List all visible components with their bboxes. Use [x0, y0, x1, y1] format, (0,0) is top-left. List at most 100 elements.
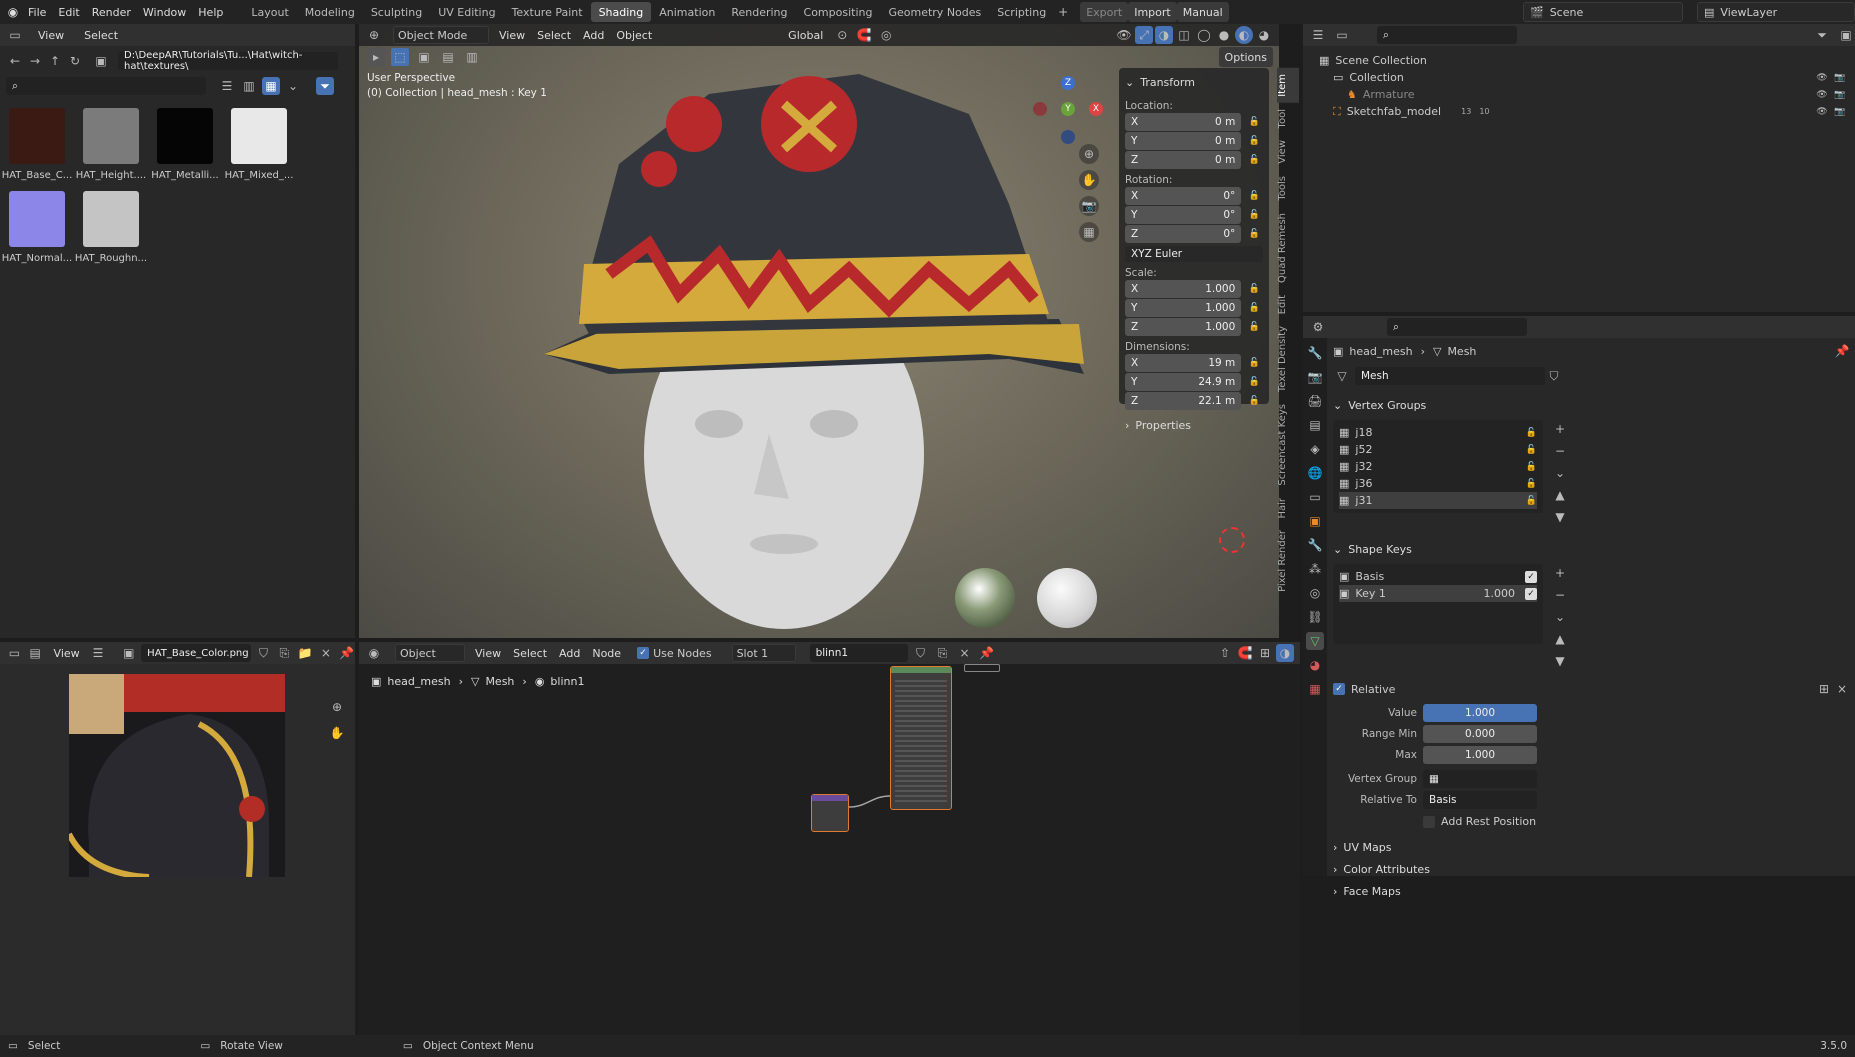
workspace-tab-scripting[interactable]: Scripting: [989, 2, 1054, 22]
node-editor-icon[interactable]: ◉: [365, 644, 383, 662]
file-item[interactable]: HAT_Roughn...: [74, 191, 148, 264]
image-mode-icon[interactable]: ▤: [27, 644, 44, 662]
sidebar-tab-pixel-render[interactable]: Pixel Render: [1277, 524, 1299, 598]
file-item[interactable]: HAT_Base_C...: [0, 108, 74, 181]
file-item[interactable]: HAT_Normal...: [0, 191, 74, 264]
rotation-y-field[interactable]: Y 0°: [1125, 206, 1242, 224]
shape-key-mute-checkbox[interactable]: ✓: [1525, 570, 1537, 583]
vertex-group-item[interactable]: ▦ j32 🔓: [1339, 458, 1537, 475]
fake-user-icon[interactable]: ⛉: [1545, 367, 1563, 385]
outliner-item[interactable]: ♞ Armature 👁 📷: [1303, 86, 1855, 103]
add-rest-checkbox[interactable]: [1423, 815, 1435, 828]
clear-icon[interactable]: ×: [1833, 680, 1851, 698]
image-view-menu[interactable]: View: [48, 643, 86, 663]
rendered-shading-icon[interactable]: ◕: [1255, 26, 1273, 44]
fb-view-menu[interactable]: View: [32, 25, 70, 45]
principled-bsdf-node[interactable]: [890, 666, 952, 810]
mesh-name-field[interactable]: Mesh: [1355, 367, 1545, 385]
scale-x-field[interactable]: X 1.000: [1125, 280, 1242, 298]
shape-key-item[interactable]: ▣ Key 1 1.000 ✓: [1339, 585, 1537, 602]
lock-icon[interactable]: 🔓: [1245, 187, 1263, 205]
add-vgroup-icon[interactable]: +: [1551, 420, 1569, 438]
list-horizontal-icon[interactable]: ▥: [240, 77, 258, 95]
visibility-icon[interactable]: 👁: [1813, 86, 1831, 104]
add-shapekey-icon[interactable]: +: [1551, 564, 1569, 582]
shader-node-editor[interactable]: ◉ Object View Select Add Node ✓ Use Nodes S…: [359, 642, 1300, 1035]
unlink-image-icon[interactable]: ×: [317, 644, 334, 662]
thumbnails-icon[interactable]: ▦: [262, 77, 280, 95]
sidebar-tab-hair[interactable]: Hair: [1277, 492, 1299, 525]
material-output-node[interactable]: [964, 664, 1000, 672]
properties-subpanel[interactable]: Properties: [1135, 419, 1191, 432]
modifier-tab-icon[interactable]: 🔧: [1306, 536, 1324, 554]
menu-window[interactable]: Window: [137, 2, 192, 22]
hamburger-menu-icon[interactable]: ☰: [90, 644, 107, 662]
zoom-icon[interactable]: ⊕: [1079, 144, 1099, 164]
overlay-icon[interactable]: ◑: [1155, 26, 1173, 44]
material-field[interactable]: blinn1: [809, 644, 908, 662]
lock-icon[interactable]: 🔓: [1245, 392, 1263, 410]
physics-tab-icon[interactable]: ◎: [1306, 584, 1324, 602]
constraints-tab-icon[interactable]: ⛓: [1306, 608, 1324, 626]
sk-move-up-icon[interactable]: ▲: [1551, 630, 1569, 648]
mesh-browse-icon[interactable]: ▽: [1333, 367, 1351, 385]
lock-icon[interactable]: 🔓: [1245, 225, 1263, 243]
navigation-gizmo[interactable]: Z X Y: [1033, 76, 1103, 146]
max-field[interactable]: 1.000: [1423, 746, 1537, 764]
rotation-x-field[interactable]: X 0°: [1125, 187, 1242, 205]
move-down-icon[interactable]: ▼: [1551, 508, 1569, 526]
3d-viewport[interactable]: ⊕ Object Mode View Select Add Object Global…: [359, 24, 1299, 638]
edit-mode-icon[interactable]: ⊞: [1815, 680, 1833, 698]
list-vertical-icon[interactable]: ☰: [218, 77, 236, 95]
shader-type-dropdown[interactable]: Object: [395, 644, 465, 662]
outliner-editor-icon[interactable]: ☰: [1309, 26, 1327, 44]
image-editor-icon[interactable]: ▭: [6, 644, 23, 662]
slot-dropdown[interactable]: Slot 1: [731, 644, 796, 662]
lock-icon[interactable]: 🔓: [1526, 428, 1537, 438]
image-browse-icon[interactable]: ▣: [120, 644, 137, 662]
open-image-icon[interactable]: 📁: [297, 644, 314, 662]
dimensions-x-field[interactable]: X 19 m: [1125, 354, 1242, 372]
orientation-dropdown[interactable]: Global: [782, 25, 829, 45]
workspace-tab-shading[interactable]: Shading: [590, 2, 652, 22]
new-image-icon[interactable]: ⎘: [276, 644, 293, 662]
vertex-group-item[interactable]: ▦ j31 🔓: [1339, 492, 1537, 509]
rotation-z-field[interactable]: Z 0°: [1125, 225, 1242, 243]
lock-icon[interactable]: 🔓: [1526, 479, 1537, 489]
particles-tab-icon[interactable]: ⁂: [1306, 560, 1324, 578]
visibility-icon[interactable]: 👁: [1813, 103, 1831, 121]
scale-y-field[interactable]: Y 1.000: [1125, 299, 1242, 317]
menu-edit[interactable]: Edit: [52, 2, 85, 22]
sk-move-down-icon[interactable]: ▼: [1551, 652, 1569, 670]
shapekey-specials-icon[interactable]: ⌄: [1551, 608, 1569, 626]
back-icon[interactable]: ←: [6, 52, 24, 70]
overlay-icon[interactable]: ◑: [1276, 644, 1294, 662]
fb-search-input[interactable]: ⌕: [6, 77, 206, 95]
viewport-menu-view[interactable]: View: [493, 25, 531, 45]
add-workspace-icon[interactable]: +: [1054, 3, 1072, 21]
new-collection-icon[interactable]: ▣: [1837, 26, 1855, 44]
sidebar-tab-screencast-keys[interactable]: Screencast Keys: [1277, 398, 1299, 492]
proportional-icon[interactable]: ◎: [877, 26, 895, 44]
workspace-tab-compositing[interactable]: Compositing: [796, 2, 881, 22]
filter-icon[interactable]: ⏷: [316, 77, 334, 95]
image-name-field[interactable]: HAT_Base_Color.png: [141, 644, 252, 662]
outliner-search[interactable]: ⌕: [1377, 26, 1517, 44]
workspace-tab-rendering[interactable]: Rendering: [723, 2, 795, 22]
vertex-group-field[interactable]: ▦: [1423, 770, 1537, 788]
vgroup-specials-icon[interactable]: ⌄: [1551, 464, 1569, 482]
scene-tab-icon[interactable]: ◈: [1306, 440, 1324, 458]
lock-icon[interactable]: 🔓: [1245, 354, 1263, 372]
location-z-field[interactable]: Z 0 m: [1125, 151, 1242, 169]
snap-icon[interactable]: 🧲: [855, 26, 873, 44]
menu-file[interactable]: File: [22, 2, 52, 22]
dimensions-z-field[interactable]: Z 22.1 m: [1125, 392, 1242, 410]
parent-dir-icon[interactable]: ↑: [46, 52, 64, 70]
workspace-tab-sculpting[interactable]: Sculpting: [363, 2, 430, 22]
collection-tab-icon[interactable]: ▭: [1306, 488, 1324, 506]
remove-shapekey-icon[interactable]: −: [1551, 586, 1569, 604]
sidebar-tab-item[interactable]: Item: [1277, 68, 1299, 103]
sidebar-tab-tool[interactable]: Tool: [1277, 103, 1299, 134]
tool-tab-icon[interactable]: 🔧: [1306, 344, 1324, 362]
location-x-field[interactable]: X 0 m: [1125, 113, 1242, 131]
